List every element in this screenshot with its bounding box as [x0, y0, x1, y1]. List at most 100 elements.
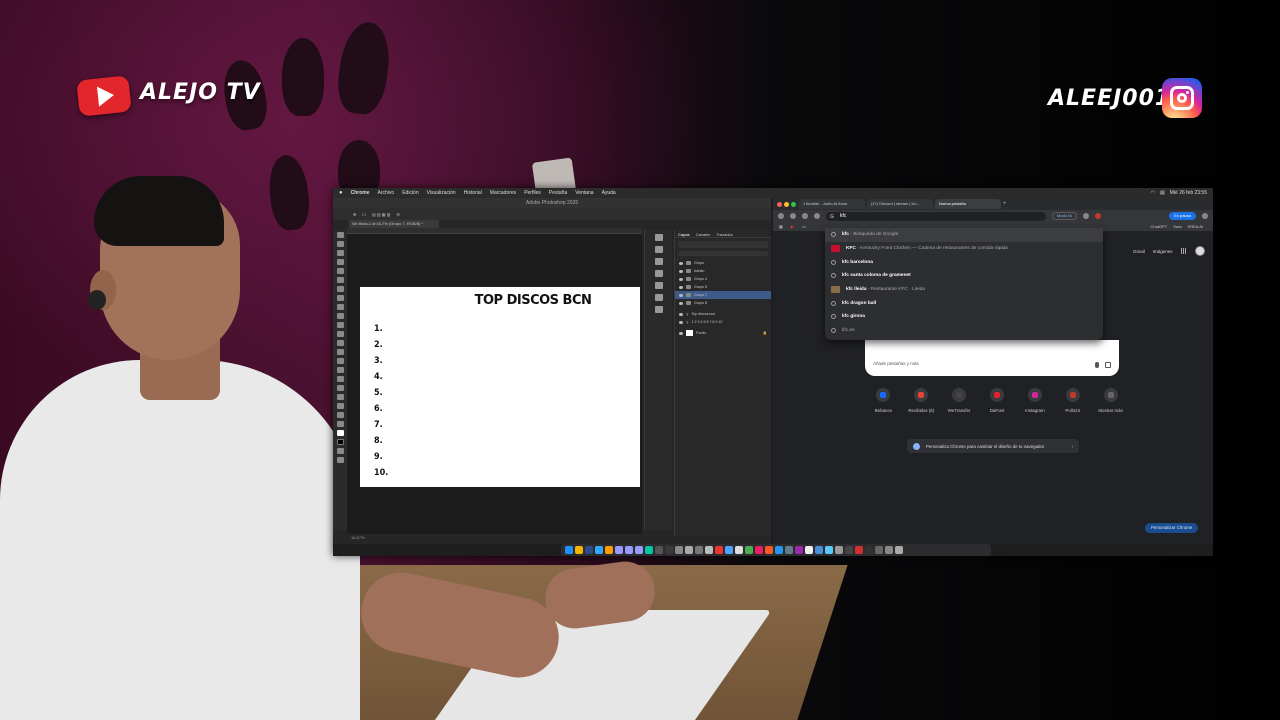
- eye-icon[interactable]: [679, 301, 683, 305]
- app-icon[interactable]: [715, 546, 723, 554]
- close-window-icon[interactable]: [777, 202, 782, 207]
- app-icon[interactable]: [665, 546, 673, 554]
- finder-icon[interactable]: [565, 546, 573, 554]
- avatar[interactable]: [1194, 246, 1205, 256]
- tab-channels[interactable]: Canales: [696, 232, 711, 237]
- shortcut-tile[interactable]: WeTransfer: [943, 388, 976, 413]
- magic-wand-icon[interactable]: [336, 259, 344, 265]
- eye-icon[interactable]: [679, 261, 683, 265]
- shortcut-tile[interactable]: Recibidos (6): [905, 388, 938, 413]
- music-icon[interactable]: [755, 546, 763, 554]
- suggestion-row[interactable]: kfc girona: [825, 310, 1103, 324]
- menu-item[interactable]: Marcadores: [490, 190, 516, 196]
- reload-icon[interactable]: [802, 213, 808, 219]
- layer-row[interactable]: Grupo: [675, 259, 771, 267]
- suggestion-row[interactable]: kfc barcelona: [825, 255, 1103, 269]
- wifi-icon[interactable]: ◠: [1151, 190, 1155, 196]
- layer-row[interactable]: T Top discos bcn: [675, 310, 771, 318]
- eye-icon[interactable]: [679, 312, 683, 316]
- browser-tab-active[interactable]: Nueva pestaña: [935, 199, 1001, 209]
- layer-row[interactable]: Fondo 🔒: [675, 329, 771, 337]
- blend-mode-select[interactable]: [678, 251, 768, 256]
- apple-icon[interactable]: ●: [339, 190, 343, 196]
- gear-icon[interactable]: ⚙: [396, 212, 400, 217]
- shortcut-tile[interactable]: Pollo24: [1056, 388, 1089, 413]
- tab-paths[interactable]: Trazados: [716, 232, 733, 237]
- brush-panel-icon[interactable]: [654, 258, 663, 265]
- app-icon[interactable]: [805, 546, 813, 554]
- gmail-link[interactable]: Gmail: [1133, 249, 1145, 254]
- profile-paused-button[interactable]: En pausa: [1169, 212, 1196, 220]
- shortcut-tile[interactable]: Behance: [867, 388, 900, 413]
- app-icon[interactable]: [685, 546, 693, 554]
- illustrator-icon[interactable]: [605, 546, 613, 554]
- app-icon[interactable]: [765, 546, 773, 554]
- lightroom-icon[interactable]: [585, 546, 593, 554]
- eye-icon[interactable]: [679, 269, 683, 273]
- more-tools-icon[interactable]: [336, 421, 344, 427]
- move-tool-icon[interactable]: ✥: [353, 212, 356, 217]
- mic-icon[interactable]: [1095, 362, 1099, 368]
- suggestion-row[interactable]: kfc dragon ball: [825, 296, 1103, 310]
- premiere-icon[interactable]: [625, 546, 633, 554]
- suggestion-row[interactable]: kfc - Búsqueda de Google: [825, 228, 1103, 242]
- layer-row[interactable]: Grupo 8: [675, 299, 771, 307]
- customize-chrome-banner[interactable]: Personaliza Chrome para cambiar el diseñ…: [907, 439, 1079, 453]
- lens-icon[interactable]: [1105, 362, 1111, 368]
- control-center-icon[interactable]: ▤: [1160, 190, 1165, 196]
- blur-tool-icon[interactable]: [336, 349, 344, 355]
- eye-icon[interactable]: [679, 293, 683, 297]
- layer-row[interactable]: Grupo 4: [675, 275, 771, 283]
- browser-tab[interactable]: J Alvarito - Junto Al Amor: [799, 199, 865, 209]
- suggestion-row[interactable]: kfc.es: [825, 324, 1103, 338]
- downloads-icon[interactable]: [885, 546, 893, 554]
- menu-item[interactable]: Visualización: [427, 190, 456, 196]
- app-icon[interactable]: [745, 546, 753, 554]
- audition-icon[interactable]: [645, 546, 653, 554]
- app-icon[interactable]: [865, 546, 873, 554]
- background-color-swatch[interactable]: [336, 439, 344, 445]
- bookmark-icon[interactable]: ▶: [791, 224, 794, 229]
- photoshop-icon[interactable]: [595, 546, 603, 554]
- back-icon[interactable]: [778, 213, 784, 219]
- trash-icon[interactable]: [895, 546, 903, 554]
- suggestion-row[interactable]: kfc lleida - Restaurante KFC · Lleida: [825, 283, 1103, 297]
- tab-layers[interactable]: Capas: [678, 232, 690, 237]
- paragraph-panel-icon[interactable]: [654, 282, 663, 289]
- extension-icon[interactable]: [1082, 213, 1089, 219]
- pen-tool-icon[interactable]: [336, 367, 344, 373]
- maximize-window-icon[interactable]: [791, 202, 796, 207]
- menu-item[interactable]: Pestaña: [549, 190, 567, 196]
- path-select-icon[interactable]: [336, 385, 344, 391]
- history-brush-icon[interactable]: [336, 322, 344, 328]
- app-store-icon[interactable]: [775, 546, 783, 554]
- app-icon[interactable]: [655, 546, 663, 554]
- menu-item[interactable]: Chrome: [351, 190, 370, 196]
- media-encoder-icon[interactable]: [635, 546, 643, 554]
- crop-tool-icon[interactable]: [336, 268, 344, 274]
- menu-icon[interactable]: [1202, 213, 1208, 219]
- eye-icon[interactable]: [679, 331, 683, 335]
- google-apps-icon[interactable]: [1180, 248, 1187, 254]
- menu-item[interactable]: Archivo: [378, 190, 395, 196]
- eraser-icon[interactable]: [336, 331, 344, 337]
- layer-row-selected[interactable]: Grupo 7: [675, 291, 771, 299]
- acrobat-icon[interactable]: [855, 546, 863, 554]
- bookmark-item[interactable]: ChatGPT: [1151, 224, 1168, 229]
- browser-tab[interactable]: (17) Discord | stream | Un...: [867, 199, 933, 209]
- quick-mask-icon[interactable]: [336, 448, 344, 454]
- layer-row[interactable]: Grupo 5: [675, 283, 771, 291]
- home-icon[interactable]: [814, 213, 820, 219]
- menubar-clock[interactable]: Mié 26 feb 23:55: [1170, 190, 1207, 196]
- shortcut-tile[interactable]: Instagram: [1018, 388, 1051, 413]
- add-tabs-button[interactable]: Añade pestañas y más: [873, 361, 919, 366]
- app-icon[interactable]: [705, 546, 713, 554]
- healing-brush-icon[interactable]: [336, 295, 344, 301]
- align-icons[interactable]: ▤ ▥ ▦ ▧: [372, 212, 390, 217]
- eye-icon[interactable]: [679, 320, 683, 324]
- minimize-window-icon[interactable]: [784, 202, 789, 207]
- suggestion-row[interactable]: kfc santa coloma de gramenet: [825, 269, 1103, 283]
- suggestion-row[interactable]: KFC - Kentucky Fried Chicken — Cadena de…: [825, 242, 1103, 256]
- auto-select-checkbox[interactable]: ☐: [362, 212, 366, 217]
- customize-chrome-button[interactable]: Personalizar Chrome: [1145, 523, 1199, 533]
